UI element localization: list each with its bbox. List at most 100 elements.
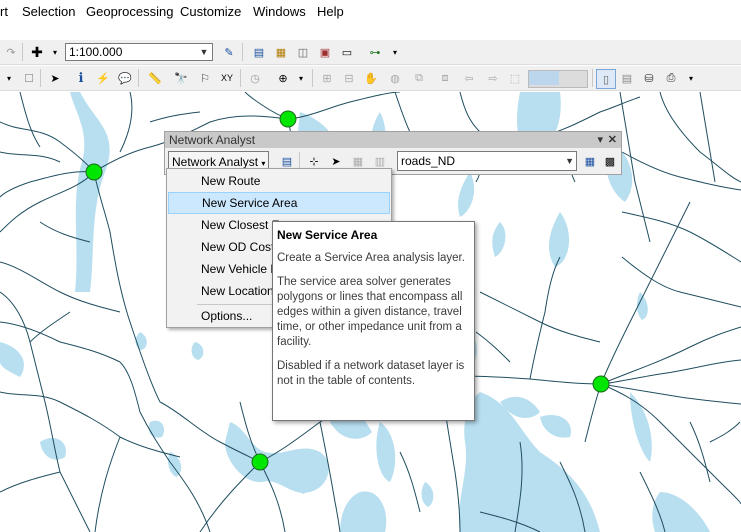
chevron-down-icon[interactable]: ▼ (197, 44, 211, 60)
select-elements-icon[interactable]: ➤ (46, 69, 64, 87)
menu-insert[interactable]: rt (0, 4, 8, 19)
lake (652, 492, 710, 532)
road (394, 92, 411, 133)
fixed-zoom-out-icon[interactable]: ⧈ (436, 69, 454, 87)
lake (540, 414, 571, 438)
menu-help[interactable]: Help (317, 4, 344, 19)
road (149, 111, 201, 123)
toolbar-options-icon[interactable]: ▾ (682, 69, 700, 87)
road (689, 421, 711, 483)
go-to-xy-icon[interactable]: XY (218, 69, 236, 87)
road (709, 421, 741, 443)
table-of-contents-icon[interactable]: ▤ (250, 43, 268, 61)
window-menu-icon[interactable]: ▾ (597, 132, 603, 148)
menu-item-new-route[interactable]: New Route (168, 170, 390, 192)
arctoolbox-icon[interactable]: ▣ (316, 43, 334, 61)
layout-view-icon[interactable]: ▯ (596, 69, 616, 89)
lake (458, 172, 475, 217)
facility-node[interactable] (592, 375, 610, 393)
html-popup-icon[interactable]: 💬 (116, 69, 134, 87)
road (0, 261, 121, 313)
toolbar-separator (240, 69, 241, 87)
time-slider-icon[interactable]: ◷ (246, 69, 264, 87)
road (19, 92, 41, 148)
close-icon[interactable]: ✕ (608, 132, 617, 148)
road (119, 92, 133, 153)
menu-item-new-service-area[interactable]: New Service Area (168, 192, 390, 214)
network-analyst-title: Network Analyst (169, 133, 256, 147)
menu-customize[interactable]: Customize (180, 4, 241, 19)
menu-geoprocessing[interactable]: Geoprocessing (86, 4, 173, 19)
toolbar-options-icon[interactable]: ▾ (386, 43, 404, 61)
road (529, 256, 561, 380)
go-back-icon[interactable]: ⇦ (460, 69, 478, 87)
facility-node[interactable] (251, 453, 269, 471)
clear-selection-icon[interactable]: ☐ (20, 69, 38, 87)
fixed-zoom-in-icon[interactable]: ⧉ (410, 69, 428, 87)
editor-toolbar-icon[interactable]: ✎ (220, 43, 238, 61)
road (93, 171, 161, 403)
map-scale-combo[interactable]: 1:100.000 ▼ (65, 43, 213, 61)
road (0, 121, 95, 173)
network-identify-icon[interactable]: ▩ (601, 152, 619, 170)
facility-node[interactable] (279, 110, 297, 128)
network-dataset-combo[interactable]: roads_ND ▼ (397, 151, 577, 171)
page-icon[interactable]: ▤ (618, 69, 636, 87)
pan-icon[interactable]: ✋ (362, 69, 380, 87)
road (0, 471, 61, 493)
tools-toolbar: ▾ ☐ ➤ ℹ ⚡ 💬 📏 🔭 ⚐ XY ◷ ⊕ ▾ ⊞ ⊟ ✋ ◍ ⧉ ⧈ ⇦… (0, 66, 741, 91)
redo-icon[interactable]: ↷ (2, 43, 20, 61)
menu-selection[interactable]: Selection (22, 4, 75, 19)
toolbar-separator (242, 43, 243, 61)
network-analyst-titlebar[interactable]: Network Analyst ▾ ✕ (165, 132, 621, 148)
tooltip-text: Disabled if a network dataset layer is n… (277, 360, 465, 387)
modelbuilder-icon[interactable]: ⊶ (366, 43, 384, 61)
lake (191, 342, 204, 360)
toolbar-separator (40, 69, 41, 87)
tooltip-text: The service area solver generates polygo… (277, 276, 463, 348)
find-route-icon[interactable]: ⚐ (196, 69, 214, 87)
measure-icon[interactable]: 📏 (146, 69, 164, 87)
toolbar-separator (592, 69, 593, 87)
road (584, 383, 602, 443)
hyperlink-icon[interactable]: ⚡ (94, 69, 112, 87)
road (699, 92, 716, 183)
go-forward-icon[interactable]: ⇨ (484, 69, 502, 87)
toolbar-separator (22, 43, 23, 61)
map-scale-value: 1:100.000 (69, 45, 123, 59)
catalog-icon[interactable]: ▦ (272, 43, 290, 61)
menu-windows[interactable]: Windows (253, 4, 306, 19)
toolbar-options-icon[interactable]: ▾ (0, 69, 18, 87)
full-extent-icon[interactable]: ◍ (386, 69, 404, 87)
tooltip-text: Create a Service Area analysis layer. (277, 252, 465, 264)
road (399, 451, 421, 513)
python-window-icon[interactable]: ▭ (338, 43, 356, 61)
zoom-in-tool-icon[interactable]: ⊞ (318, 69, 336, 87)
lake (492, 222, 506, 257)
lake (148, 420, 165, 438)
road (621, 151, 741, 191)
layer-icon[interactable]: ⬚ (506, 69, 524, 87)
find-icon[interactable]: 🔭 (172, 69, 190, 87)
search-window-icon[interactable]: ◫ (294, 43, 312, 61)
facility-node[interactable] (85, 163, 103, 181)
layer-combo[interactable] (528, 70, 588, 88)
identify-icon[interactable]: ℹ (72, 69, 90, 87)
toolbar-separator (312, 69, 313, 87)
toolbar-options-icon[interactable]: ▾ (292, 69, 310, 87)
road (600, 359, 741, 385)
graph-icon[interactable]: ⛁ (640, 69, 658, 87)
lake (340, 491, 387, 532)
zoom-out-tool-icon[interactable]: ⊟ (340, 69, 358, 87)
add-data-dropdown-icon[interactable]: ▾ (46, 43, 64, 61)
lake (0, 342, 24, 377)
printer-icon[interactable]: ⎙ (662, 69, 680, 87)
standard-toolbar: ↷ ✚ ▾ 1:100.000 ▼ ✎ ▤ ▦ ◫ ▣ ▭ ⊶ ▾ (0, 40, 741, 65)
build-network-icon[interactable]: ▦ (581, 152, 599, 170)
lake (376, 422, 396, 482)
zoom-in-icon[interactable]: ⊕ (274, 69, 292, 87)
network-dataset-value: roads_ND (401, 154, 456, 168)
chevron-down-icon[interactable]: ▼ (565, 152, 574, 170)
toolbar-separator (138, 69, 139, 87)
add-data-icon[interactable]: ✚ (28, 43, 46, 61)
